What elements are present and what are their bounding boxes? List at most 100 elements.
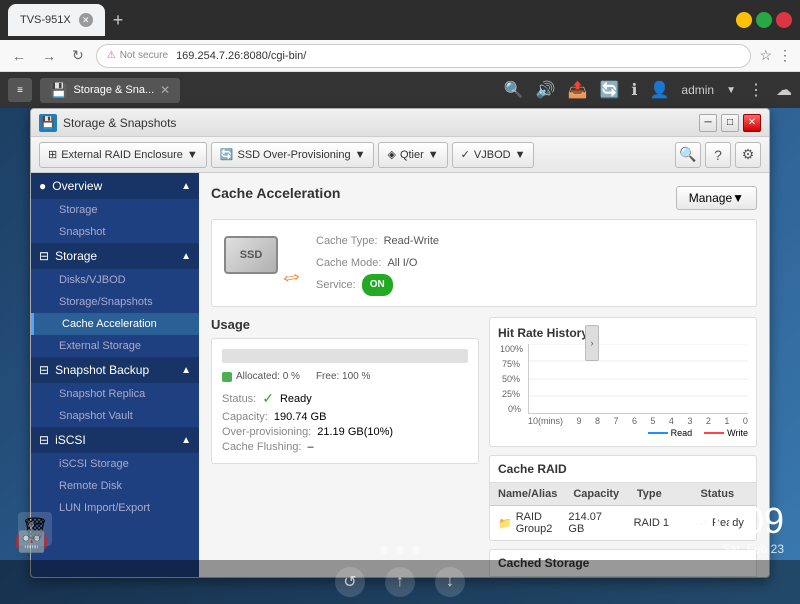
sidebar-iscsi-header[interactable]: ⊟ iSCSI ▲ bbox=[31, 427, 199, 453]
upload-icon[interactable]: 📤 bbox=[568, 80, 588, 100]
hit-rate-panel: Hit Rate History 100% 75% 50% 25% 0% bbox=[489, 317, 757, 447]
capacity-row: Capacity: 190.74 GB bbox=[222, 411, 468, 423]
sidebar-item-iscsi-storage[interactable]: iSCSI Storage bbox=[31, 453, 199, 475]
address-bar[interactable]: ⚠ Not secure 169.254.7.26:8080/cgi-bin/ bbox=[96, 44, 752, 68]
ssd-over-button[interactable]: 🔄 SSD Over-Provisioning ▼ bbox=[211, 142, 375, 168]
browser-star-button[interactable]: ☆ bbox=[759, 47, 772, 64]
app-minimize-button[interactable]: ─ bbox=[699, 114, 717, 132]
scroll-right-arrow[interactable]: › bbox=[585, 325, 599, 361]
service-toggle[interactable]: ON bbox=[362, 274, 393, 296]
qtier-dropdown-icon: ▼ bbox=[428, 149, 439, 161]
browser-menu-button[interactable]: ⋮ bbox=[778, 47, 792, 64]
window-controls bbox=[736, 12, 792, 28]
y-label-75: 75% bbox=[502, 359, 520, 369]
user-dropdown-icon[interactable]: ▼ bbox=[726, 85, 736, 96]
x-label-4: 4 bbox=[669, 416, 674, 426]
bottom-icon-1[interactable]: ↺ bbox=[335, 567, 365, 597]
x-label-2: 2 bbox=[706, 416, 711, 426]
new-tab-button[interactable]: + bbox=[109, 6, 128, 35]
sidebar-overview-header[interactable]: ● Overview ▲ bbox=[31, 173, 199, 199]
browser-titlebar: TVS-951X ✕ + bbox=[0, 0, 800, 40]
search-icon[interactable]: 🔍 bbox=[504, 80, 524, 100]
usage-title: Usage bbox=[211, 317, 479, 332]
reload-button[interactable]: ↻ bbox=[68, 45, 88, 66]
hit-rate-chart bbox=[528, 344, 748, 414]
iscsi-label: iSCSI bbox=[55, 433, 86, 447]
sidebar-item-snapshot[interactable]: Snapshot bbox=[31, 221, 199, 243]
remote-disk-label: Remote Disk bbox=[59, 480, 122, 492]
usage-panel: Allocated: 0 % Free: 100 % Status: ✓ Rea… bbox=[211, 338, 479, 464]
app-maximize-button[interactable]: □ bbox=[721, 114, 739, 132]
cache-accel-icon-area: SSD ⇔ bbox=[224, 236, 304, 291]
status-key: Status: bbox=[222, 393, 256, 405]
external-raid-label: External RAID Enclosure bbox=[61, 149, 183, 161]
manage-button[interactable]: Manage▼ bbox=[676, 186, 757, 210]
bottom-icon-3[interactable]: ↓ bbox=[435, 567, 465, 597]
maximize-button[interactable] bbox=[756, 12, 772, 28]
main-content: Cache Acceleration Manage▼ SSD ⇔ bbox=[199, 173, 769, 577]
volume-icon[interactable]: 🔊 bbox=[536, 80, 556, 100]
nas-menu-icon[interactable]: ≡ bbox=[8, 78, 32, 102]
service-row: Service: ON bbox=[316, 274, 439, 296]
sidebar-snapshot-backup-header[interactable]: ⊟ Snapshot Backup ▲ bbox=[31, 357, 199, 383]
search-tool-button[interactable]: 🔍 bbox=[675, 142, 701, 168]
help-button[interactable]: ? bbox=[705, 142, 731, 168]
minimize-button[interactable] bbox=[736, 12, 752, 28]
settings-button[interactable]: ⚙ bbox=[735, 142, 761, 168]
dot-3[interactable] bbox=[412, 546, 420, 554]
sync-icon[interactable]: 🔄 bbox=[599, 80, 619, 100]
tab-title: TVS-951X bbox=[20, 14, 71, 26]
allocated-label: Allocated: 0 % bbox=[222, 371, 300, 382]
sidebar-item-snapshot-vault[interactable]: Snapshot Vault bbox=[31, 405, 199, 427]
app-tab-close[interactable]: ✕ bbox=[160, 83, 170, 97]
cache-flushing-label: Cache Flushing: bbox=[222, 441, 302, 453]
x-label-7: 7 bbox=[613, 416, 618, 426]
sidebar-item-snapshot-replica[interactable]: Snapshot Replica bbox=[31, 383, 199, 405]
sidebar-item-external[interactable]: External Storage bbox=[31, 335, 199, 357]
x-label-9: 9 bbox=[576, 416, 581, 426]
status-value: Ready bbox=[280, 393, 312, 405]
read-legend-label: Read bbox=[671, 428, 693, 438]
app-window: 💾 Storage & Snapshots ─ □ ✕ ⊞ External R… bbox=[30, 108, 770, 578]
app-tab[interactable]: 💾 Storage & Sna... ✕ bbox=[40, 78, 180, 103]
external-raid-dropdown-icon: ▼ bbox=[187, 149, 198, 161]
qtier-button[interactable]: ◈ Qtier ▼ bbox=[378, 142, 447, 168]
back-button[interactable]: ← bbox=[8, 46, 30, 66]
sidebar-storage-header[interactable]: ⊟ Storage ▲ bbox=[31, 243, 199, 269]
sidebar-item-lun-import[interactable]: LUN Import/Export bbox=[31, 497, 199, 519]
over-prov-row: Over-provisioning: 21.19 GB(10%) bbox=[222, 426, 468, 438]
dot-2[interactable] bbox=[396, 546, 404, 554]
browser-tab[interactable]: TVS-951X ✕ bbox=[8, 4, 105, 36]
app-close-button[interactable]: ✕ bbox=[743, 114, 761, 132]
user-icon[interactable]: 👤 bbox=[649, 80, 669, 100]
x-label-10: 10(mins) bbox=[528, 416, 563, 426]
more-icon[interactable]: ⋮ bbox=[748, 80, 764, 100]
read-legend: Read bbox=[648, 428, 693, 438]
sidebar-item-storage[interactable]: Storage bbox=[31, 199, 199, 221]
info-icon[interactable]: ℹ bbox=[631, 80, 637, 100]
write-legend: Write bbox=[704, 428, 748, 438]
sidebar-snapshot-label: Snapshot bbox=[59, 226, 105, 238]
tab-close-button[interactable]: ✕ bbox=[79, 13, 93, 27]
x-label-8: 8 bbox=[595, 416, 600, 426]
sidebar-item-remote-disk[interactable]: Remote Disk bbox=[31, 475, 199, 497]
x-label-3: 3 bbox=[687, 416, 692, 426]
cache-flushing-row: Cache Flushing: – bbox=[222, 441, 468, 453]
dot-1[interactable] bbox=[380, 546, 388, 554]
vjbod-button[interactable]: ✓ VJBOD ▼ bbox=[452, 142, 535, 168]
sidebar-item-storage-snapshots[interactable]: Storage/Snapshots bbox=[31, 291, 199, 313]
window-close-button[interactable] bbox=[776, 12, 792, 28]
allocated-text: Allocated: 0 % bbox=[236, 371, 300, 382]
external-raid-button[interactable]: ⊞ External RAID Enclosure ▼ bbox=[39, 142, 207, 168]
cloud-icon[interactable]: ☁ bbox=[776, 80, 792, 100]
sidebar-item-disks[interactable]: Disks/VJBOD bbox=[31, 269, 199, 291]
app-title-icon: 💾 bbox=[39, 114, 57, 132]
section-title: Cache Acceleration bbox=[211, 185, 340, 201]
write-legend-label: Write bbox=[727, 428, 748, 438]
bottom-icon-2[interactable]: ↑ bbox=[385, 567, 415, 597]
cache-info: Cache Type: Read-Write Cache Mode: All I… bbox=[316, 230, 439, 296]
forward-button[interactable]: → bbox=[38, 46, 60, 66]
iscsi-storage-label: iSCSI Storage bbox=[59, 458, 129, 470]
vjbod-dropdown-icon: ▼ bbox=[515, 149, 526, 161]
sidebar-item-cache[interactable]: Cache Acceleration bbox=[31, 313, 199, 335]
